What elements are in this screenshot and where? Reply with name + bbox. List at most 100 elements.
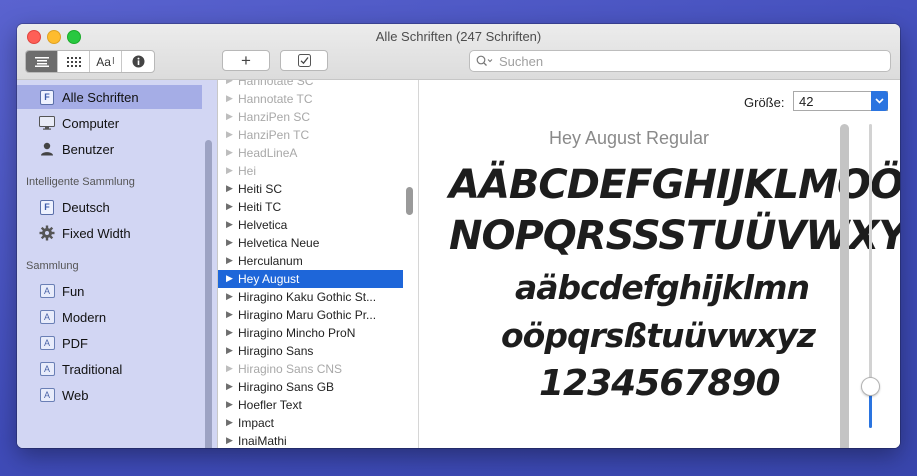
disclosure-triangle-icon[interactable]: ▶ <box>226 291 233 302</box>
info-icon <box>132 55 144 68</box>
search-input[interactable] <box>497 52 861 70</box>
font-list-item[interactable]: ▶ Helvetica <box>218 216 403 234</box>
sidebar-item-computer[interactable]: Computer <box>17 111 202 135</box>
user-icon <box>39 141 55 157</box>
font-list-item[interactable]: ▶ HanziPen SC <box>218 108 403 126</box>
disclosure-triangle-icon[interactable]: ▶ <box>226 255 233 266</box>
sidebar-item-deutsch[interactable]: F Deutsch <box>17 195 202 219</box>
sidebar-item-label: Computer <box>62 115 120 131</box>
titlebar: Alle Schriften (247 Schriften) Aa I + Su… <box>17 24 900 80</box>
list-view-icon <box>34 56 49 67</box>
disclosure-triangle-icon[interactable]: ▶ <box>226 381 233 392</box>
font-file-icon: F <box>39 199 55 215</box>
font-list-item[interactable]: ▶ Heiti SC <box>218 180 403 198</box>
sidebar-scrollbar[interactable] <box>205 140 212 448</box>
disclosure-triangle-icon[interactable]: ▶ <box>226 399 233 410</box>
size-dropdown-button[interactable] <box>871 91 888 111</box>
disclosure-triangle-icon[interactable]: ▶ <box>226 93 233 104</box>
font-list-item[interactable]: ▶ Hei <box>218 162 403 180</box>
preview-pane: Größe: 42 Hey August Regular AÄBCDEFGHIJ… <box>419 80 900 448</box>
disclosure-triangle-icon[interactable]: ▶ <box>226 309 233 320</box>
disclosure-triangle-icon[interactable]: ▶ <box>226 435 233 446</box>
sidebar-item-benutzer[interactable]: Benutzer <box>17 137 202 161</box>
font-list-item[interactable]: ▶ InaiMathi <box>218 432 403 448</box>
list-view-button[interactable] <box>26 51 58 72</box>
sidebar-item-pdf[interactable]: A PDF <box>17 331 202 355</box>
disclosure-triangle-icon[interactable]: ▶ <box>226 111 233 122</box>
preview-scrollbar[interactable] <box>840 124 849 448</box>
disclosure-triangle-icon[interactable]: ▶ <box>226 327 233 338</box>
font-list-item[interactable]: ▶ Hiragino Sans GB <box>218 378 403 396</box>
size-label: Größe: <box>744 95 785 110</box>
disclosure-triangle-icon[interactable]: ▶ <box>226 147 233 158</box>
disclosure-triangle-icon[interactable]: ▶ <box>226 80 233 86</box>
sidebar-item-modern[interactable]: A Modern <box>17 305 202 329</box>
disclosure-triangle-icon[interactable]: ▶ <box>226 273 233 284</box>
computer-icon <box>39 115 55 131</box>
font-list-item[interactable]: ▶ HeadLineA <box>218 144 403 162</box>
font-list-item[interactable]: ▶ Herculanum <box>218 252 403 270</box>
collection-icon: A <box>39 335 55 351</box>
sidebar-item-fixed-width[interactable]: Fixed Width <box>17 221 202 245</box>
font-list-item[interactable]: ▶ HanziPen TC <box>218 126 403 144</box>
sidebar-item-traditional[interactable]: A Traditional <box>17 357 202 381</box>
disclosure-triangle-icon[interactable]: ▶ <box>226 345 233 356</box>
font-list-item[interactable]: ▶ Hoefler Text <box>218 396 403 414</box>
search-field[interactable] <box>469 50 891 72</box>
info-view-button[interactable] <box>122 51 154 72</box>
sample-line: 1234567890 <box>539 363 780 404</box>
font-list-item[interactable]: ▶ Hannotate SC <box>218 80 403 90</box>
font-list-scrollbar[interactable] <box>406 187 413 215</box>
font-list-item-selected[interactable]: ▶ Hey August <box>218 270 403 288</box>
sidebar: F Alle Schriften Computer Benutzer Intel… <box>17 80 217 448</box>
add-font-button[interactable]: + <box>222 50 270 71</box>
font-list-item[interactable]: ▶ Hiragino Mincho ProN <box>218 324 403 342</box>
search-icon <box>476 55 493 66</box>
grid-view-icon <box>66 56 81 67</box>
font-list-item[interactable]: ▶ Impact <box>218 414 403 432</box>
font-list: ▶ Hannotate SC ▶ Hannotate TC ▶ HanziPen SC… <box>217 80 404 448</box>
sample-view-icon: Aa <box>96 54 111 69</box>
collection-icon: A <box>39 309 55 325</box>
collection-icon: A <box>39 283 55 299</box>
disclosure-triangle-icon[interactable]: ▶ <box>226 237 233 248</box>
validate-font-button[interactable] <box>280 50 328 71</box>
font-list-item[interactable]: ▶ Hannotate TC <box>218 90 403 108</box>
sidebar-item-label: PDF <box>62 335 88 351</box>
view-mode-segmented-control: Aa I <box>25 50 155 73</box>
font-list-item[interactable]: ▶ Helvetica Neue <box>218 234 403 252</box>
size-slider-knob[interactable] <box>861 377 880 396</box>
disclosure-triangle-icon[interactable]: ▶ <box>226 129 233 140</box>
sample-line: NOPQRSSSTUÜVWXYZ <box>449 213 900 259</box>
font-list-item[interactable]: ▶ Hiragino Sans <box>218 342 403 360</box>
disclosure-triangle-icon[interactable]: ▶ <box>226 417 233 428</box>
sidebar-item-label: Web <box>62 387 89 403</box>
sample-view-button[interactable]: Aa I <box>90 51 122 72</box>
sidebar-item-label: Modern <box>62 309 107 325</box>
disclosure-triangle-icon[interactable]: ▶ <box>226 363 233 374</box>
disclosure-triangle-icon[interactable]: ▶ <box>226 183 233 194</box>
sidebar-item-web[interactable]: A Web <box>17 383 202 407</box>
font-list-item[interactable]: ▶ Hiragino Kaku Gothic St... <box>218 288 403 306</box>
sidebar-item-fun[interactable]: A Fun <box>17 279 202 303</box>
font-list-item[interactable]: ▶ Hiragino Sans CNS <box>218 360 403 378</box>
collection-icon: A <box>39 387 55 403</box>
plus-icon: + <box>241 51 251 70</box>
disclosure-triangle-icon[interactable]: ▶ <box>226 219 233 230</box>
window-title: Alle Schriften (247 Schriften) <box>375 29 542 44</box>
disclosure-triangle-icon[interactable]: ▶ <box>226 201 233 212</box>
grid-view-button[interactable] <box>58 51 90 72</box>
checkbox-check-icon <box>297 54 311 67</box>
size-combobox[interactable]: 42 <box>793 91 888 111</box>
smart-collection-header: Intelligente Sammlung <box>26 176 135 188</box>
gear-icon <box>39 225 55 241</box>
font-list-item[interactable]: ▶ Heiti TC <box>218 198 403 216</box>
sidebar-item-label: Alle Schriften <box>62 89 139 105</box>
disclosure-triangle-icon[interactable]: ▶ <box>226 165 233 176</box>
sidebar-item-alle-schriften[interactable]: F Alle Schriften <box>17 85 202 109</box>
sidebar-item-label: Traditional <box>62 361 123 377</box>
sidebar-item-label: Fixed Width <box>62 225 131 241</box>
font-list-item[interactable]: ▶ Hiragino Maru Gothic Pr... <box>218 306 403 324</box>
collection-header: Sammlung <box>26 260 79 272</box>
chevron-down-icon <box>875 98 884 104</box>
